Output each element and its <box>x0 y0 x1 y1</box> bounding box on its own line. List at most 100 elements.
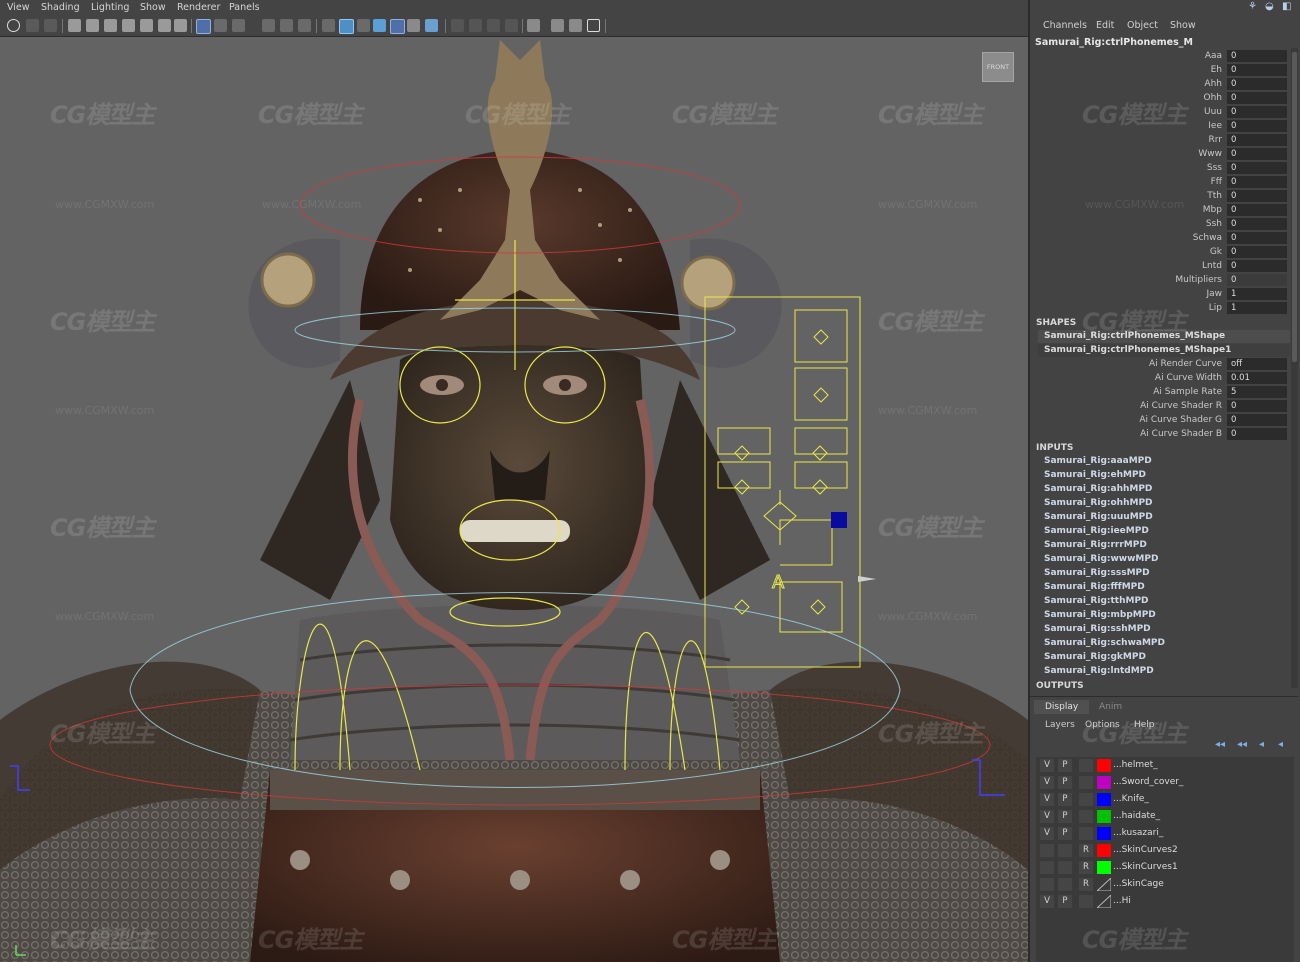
move-layer-down-icon[interactable]: ◂◂ <box>1237 739 1247 750</box>
layer-visibility-toggle[interactable] <box>1040 878 1054 891</box>
menu-layers[interactable]: Layers <box>1045 720 1075 730</box>
channel-value-field[interactable]: 0 <box>1227 218 1287 230</box>
shape-attribute-value[interactable]: 5 <box>1227 386 1287 398</box>
input-node-link[interactable]: Samurai_Rig:sshMPD <box>1044 624 1151 634</box>
stereo-icon[interactable] <box>298 19 311 32</box>
move-layer-up-icon[interactable]: ◂◂ <box>1215 739 1225 750</box>
channel-value-field[interactable]: 0 <box>1227 204 1287 216</box>
tab-anim[interactable]: Anim <box>1088 700 1133 714</box>
gate-mask-icon[interactable] <box>174 19 187 32</box>
layer-display-type-toggle[interactable] <box>1079 793 1093 806</box>
layer-name[interactable]: ...SkinCurves1 <box>1113 861 1178 874</box>
attribute-editor-icon[interactable]: ⚘ <box>1248 1 1258 12</box>
channel-row[interactable]: Ahh 0 <box>1030 78 1292 91</box>
channel-value-field[interactable]: 0 <box>1227 232 1287 244</box>
layer-row[interactable]: V P ...Sword_cover_ <box>1036 774 1294 791</box>
default-material-icon[interactable] <box>357 19 370 32</box>
layer-visibility-toggle[interactable]: V <box>1040 895 1054 908</box>
layer-visibility-toggle[interactable] <box>1040 861 1054 874</box>
shape-attribute-row[interactable]: Ai Curve Shader B0 <box>1030 428 1292 441</box>
tool-settings-icon[interactable]: ◒ <box>1265 1 1275 12</box>
ambient-occlusion-icon[interactable] <box>451 19 464 32</box>
lock-camera-icon[interactable] <box>26 19 39 32</box>
layer-display-type-toggle[interactable] <box>1079 895 1093 908</box>
input-node-link[interactable]: Samurai_Rig:gkMPD <box>1044 652 1146 662</box>
menu-channels[interactable]: Channels <box>1043 20 1087 31</box>
layer-row[interactable]: R ...SkinCage <box>1036 876 1294 893</box>
xray-joints-icon[interactable] <box>551 19 564 32</box>
layer-playback-toggle[interactable] <box>1058 844 1072 857</box>
shape-attribute-row[interactable]: Ai Curve Shader G0 <box>1030 414 1292 427</box>
new-layer-from-selection-icon[interactable]: ◂ <box>1278 739 1283 750</box>
overscan-icon[interactable] <box>280 19 293 32</box>
xray-active-icon[interactable] <box>569 19 582 32</box>
layer-visibility-toggle[interactable]: V <box>1040 759 1054 772</box>
channel-value-field[interactable]: 0 <box>1227 120 1287 132</box>
tab-display[interactable]: Display <box>1034 700 1090 714</box>
layer-display-type-toggle[interactable]: R <box>1079 878 1093 891</box>
input-node-link[interactable]: Samurai_Rig:rrrMPD <box>1044 540 1147 550</box>
channel-value-field[interactable]: 0 <box>1227 106 1287 118</box>
channel-row[interactable]: Aaa 0 <box>1030 50 1292 63</box>
layer-color-swatch-empty[interactable] <box>1097 878 1111 891</box>
phoneme-selected-handle[interactable] <box>831 512 847 528</box>
input-node-link[interactable]: Samurai_Rig:lntdMPD <box>1044 666 1154 676</box>
channel-value-field[interactable]: 0 <box>1227 148 1287 160</box>
layer-playback-toggle[interactable] <box>1058 878 1072 891</box>
channel-value-field[interactable]: 0 <box>1227 92 1287 104</box>
layer-name[interactable]: ...Knife_ <box>1113 793 1149 806</box>
input-node-link[interactable]: Samurai_Rig:ehMPD <box>1044 470 1146 480</box>
channel-value-field[interactable]: 0 <box>1227 274 1287 286</box>
field-chart-icon[interactable] <box>214 19 227 32</box>
layer-playback-toggle[interactable]: P <box>1058 827 1072 840</box>
channel-value-field[interactable]: 0 <box>1227 50 1287 62</box>
layer-color-swatch[interactable] <box>1097 861 1111 874</box>
shape-attribute-value[interactable]: 0.01 <box>1227 372 1287 384</box>
channel-row[interactable]: Www 0 <box>1030 148 1292 161</box>
channel-row[interactable]: Rrr 0 <box>1030 134 1292 147</box>
menu-show[interactable]: Show <box>140 2 166 13</box>
input-node-link[interactable]: Samurai_Rig:wwwMPD <box>1044 554 1158 564</box>
input-node-link[interactable]: Samurai_Rig:tthMPD <box>1044 596 1149 606</box>
layer-color-swatch-empty[interactable] <box>1097 895 1111 908</box>
shape-attribute-value[interactable]: 0 <box>1227 400 1287 412</box>
channel-row[interactable]: Lntd 0 <box>1030 260 1292 273</box>
input-node-link[interactable]: Samurai_Rig:fffMPD <box>1044 582 1145 592</box>
viewport-scene[interactable]: A <box>0 36 1028 962</box>
input-node-link[interactable]: Samurai_Rig:aaaMPD <box>1044 456 1152 466</box>
layer-name[interactable]: ...SkinCage <box>1113 878 1164 891</box>
bookmark-icon[interactable] <box>44 19 57 32</box>
layer-display-type-toggle[interactable]: R <box>1079 861 1093 874</box>
shadows-icon[interactable] <box>425 19 438 32</box>
layer-color-swatch[interactable] <box>1097 844 1111 857</box>
layer-name[interactable]: ...helmet_ <box>1113 759 1158 772</box>
menu-lighting[interactable]: Lighting <box>91 2 129 13</box>
layer-playback-toggle[interactable]: P <box>1058 810 1072 823</box>
2d-pan-zoom-icon[interactable] <box>104 19 117 32</box>
camera-attributes-icon[interactable] <box>68 19 81 32</box>
wireframe-icon[interactable] <box>322 19 335 32</box>
layer-visibility-toggle[interactable]: V <box>1040 776 1054 789</box>
layer-name[interactable]: ...kusazari_ <box>1113 827 1163 840</box>
layer-color-swatch[interactable] <box>1097 759 1111 772</box>
image-plane-icon[interactable] <box>86 19 99 32</box>
xray-icon[interactable] <box>390 19 405 34</box>
menu-renderer[interactable]: Renderer <box>177 2 220 13</box>
safe-title-icon[interactable] <box>262 19 275 32</box>
textured-icon[interactable] <box>373 19 386 32</box>
layer-name[interactable]: ...haidate_ <box>1113 810 1160 823</box>
layer-display-type-toggle[interactable] <box>1079 827 1093 840</box>
layer-color-swatch[interactable] <box>1097 776 1111 789</box>
layer-color-swatch[interactable] <box>1097 827 1111 840</box>
layer-row[interactable]: V P ...Hi <box>1036 893 1294 910</box>
film-gate-icon[interactable] <box>140 19 153 32</box>
shape-attribute-value[interactable]: off <box>1227 358 1287 370</box>
channel-row[interactable]: Eh 0 <box>1030 64 1292 77</box>
selected-node-name[interactable]: Samurai_Rig:ctrlPhonemes_M <box>1035 37 1193 48</box>
layer-color-swatch[interactable] <box>1097 793 1111 806</box>
depth-of-field-icon[interactable] <box>505 19 518 32</box>
layer-playback-toggle[interactable]: P <box>1058 793 1072 806</box>
channel-box-icon[interactable]: ◧ <box>1282 1 1292 12</box>
layer-visibility-toggle[interactable] <box>1040 844 1054 857</box>
channel-row[interactable]: Fff 0 <box>1030 176 1292 189</box>
